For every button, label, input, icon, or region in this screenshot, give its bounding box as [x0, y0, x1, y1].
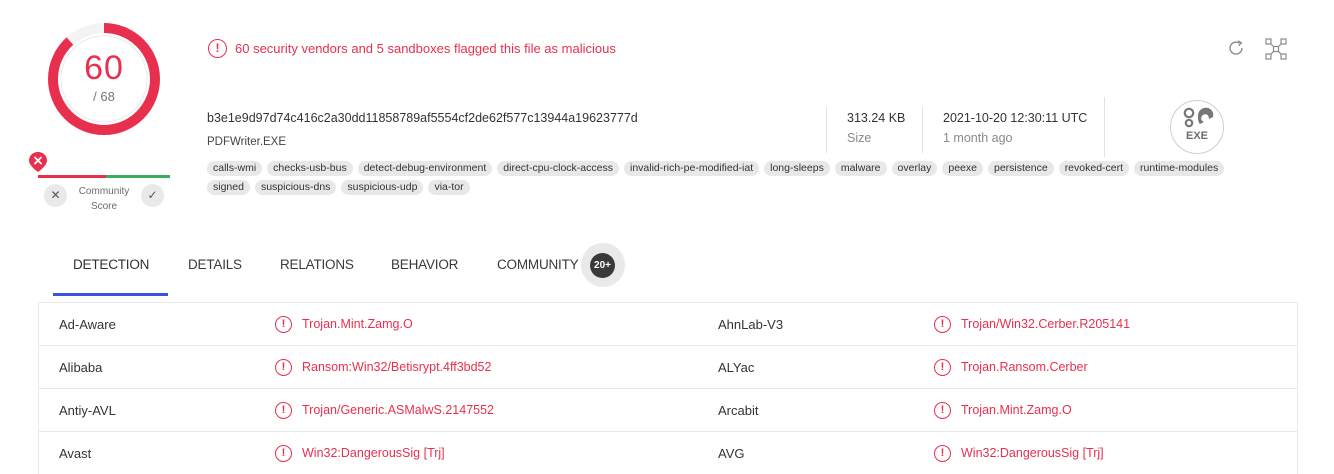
- vendor-name: Antiy-AVL: [59, 403, 116, 418]
- vendor-name: AhnLab-V3: [718, 317, 784, 332]
- table-row: Ad-Aware! Trojan.Mint.Zamg.O AhnLab-V3! Tro…: [39, 303, 1297, 346]
- divider: [826, 107, 827, 153]
- tag-list: calls-wmi checks-usb-bus detect-debug-envi…: [207, 161, 1237, 195]
- detection-result: Trojan/Win32.Cerber.R205141: [961, 317, 1131, 331]
- tag[interactable]: overlay: [891, 161, 938, 176]
- community-score-bar-malicious: [38, 175, 106, 178]
- table-row: Antiy-AVL! Trojan/Generic.ASMalwS.2147552…: [39, 389, 1297, 432]
- detection-result: Trojan.Mint.Zamg.O: [961, 403, 1072, 417]
- vendor-name: AVG: [718, 446, 745, 461]
- exclamation-circle-icon: !: [934, 359, 951, 376]
- exclamation-circle-icon: !: [934, 402, 951, 419]
- tab-behavior[interactable]: BEHAVIOR: [391, 257, 458, 272]
- vendor-name: Ad-Aware: [59, 317, 116, 332]
- tag[interactable]: long-sleeps: [764, 161, 830, 176]
- file-type-label: EXE: [1185, 130, 1208, 142]
- engines-total: / 68: [93, 89, 115, 104]
- vote-harmless-button[interactable]: ✓: [141, 184, 164, 207]
- exclamation-circle-icon: !: [275, 359, 292, 376]
- file-size-label: Size: [847, 131, 872, 145]
- file-size-value: 313.24 KB: [847, 111, 906, 125]
- exclamation-circle-icon: !: [275, 402, 292, 419]
- tag[interactable]: suspicious-udp: [341, 180, 424, 195]
- tag[interactable]: detect-debug-environment: [357, 161, 493, 176]
- tag[interactable]: signed: [207, 180, 250, 195]
- tag[interactable]: invalid-rich-pe-modified-iat: [623, 161, 760, 176]
- detection-result: Trojan.Mint.Zamg.O: [302, 317, 413, 331]
- divider: [922, 107, 923, 153]
- tag[interactable]: via-tor: [428, 180, 470, 195]
- alert-text: 60 security vendors and 5 sandboxes flag…: [235, 41, 616, 56]
- exclamation-circle-icon: !: [208, 39, 227, 58]
- graph-icon[interactable]: [1264, 37, 1288, 61]
- vendor-name: Avast: [59, 446, 92, 461]
- table-row: Avast! Win32:DangerousSig [Trj] AVG! Win32:…: [39, 432, 1297, 474]
- gears-icon: [1183, 107, 1214, 128]
- active-tab-indicator: [53, 293, 168, 296]
- last-analysis-relative: 1 month ago: [943, 131, 1013, 145]
- community-count-badge[interactable]: 20+: [581, 243, 625, 287]
- malicious-alert: ! 60 security vendors and 5 sandboxes fl…: [208, 39, 616, 58]
- community-count: 20+: [590, 253, 615, 278]
- tab-community[interactable]: COMMUNITY: [497, 257, 579, 272]
- exclamation-circle-icon: !: [275, 445, 292, 462]
- last-analysis-date: 2021-10-20 12:30:11 UTC: [943, 111, 1088, 125]
- vendor-name: ALYac: [718, 360, 755, 375]
- tag[interactable]: runtime-modules: [1134, 161, 1225, 176]
- detection-result: Trojan/Generic.ASMalwS.2147552: [302, 403, 494, 417]
- detections-count: 60: [84, 49, 124, 87]
- tab-relations[interactable]: RELATIONS: [280, 257, 354, 272]
- reanalyze-icon[interactable]: [1225, 37, 1247, 59]
- file-name: PDFWriter.EXE: [207, 136, 287, 148]
- check-icon: ✓: [147, 188, 158, 202]
- tag[interactable]: calls-wmi: [207, 161, 263, 176]
- detection-score-gauge: 60 / 68: [47, 22, 161, 136]
- vendor-name: Arcabit: [718, 403, 759, 418]
- tab-details[interactable]: DETAILS: [188, 257, 242, 272]
- tag[interactable]: direct-cpu-clock-access: [497, 161, 619, 176]
- tag[interactable]: revoked-cert: [1058, 161, 1130, 176]
- tag[interactable]: peexe: [942, 161, 983, 176]
- tab-detection[interactable]: DETECTION: [73, 257, 149, 272]
- file-type-badge: EXE: [1170, 100, 1224, 154]
- tag[interactable]: suspicious-dns: [254, 180, 337, 195]
- table-row: Alibaba! Ransom:Win32/Betisrypt.4ff3bd52 A…: [39, 346, 1297, 389]
- detection-result: Win32:DangerousSig [Trj]: [302, 446, 445, 460]
- tag[interactable]: malware: [834, 161, 887, 176]
- map-pin-icon: [29, 152, 47, 172]
- community-score-bar: [38, 175, 170, 178]
- tag[interactable]: persistence: [987, 161, 1054, 176]
- divider: [1104, 97, 1105, 157]
- detection-result: Win32:DangerousSig [Trj]: [961, 446, 1104, 460]
- vendor-name: Alibaba: [59, 360, 103, 375]
- exclamation-circle-icon: !: [275, 316, 292, 333]
- detection-result: Ransom:Win32/Betisrypt.4ff3bd52: [302, 360, 492, 374]
- community-score-label: Community Score: [78, 186, 130, 212]
- exclamation-circle-icon: !: [934, 445, 951, 462]
- detection-result: Trojan.Ransom.Cerber: [961, 360, 1088, 374]
- vote-malicious-button[interactable]: ✕: [44, 184, 67, 207]
- x-icon: ✕: [50, 188, 61, 202]
- detection-table: Ad-Aware! Trojan.Mint.Zamg.O AhnLab-V3! Tro…: [38, 302, 1298, 474]
- exclamation-circle-icon: !: [934, 316, 951, 333]
- tag[interactable]: checks-usb-bus: [267, 161, 353, 176]
- file-hash[interactable]: b3e1e9d97d74c416c2a30dd11858789af5554cf2…: [207, 111, 638, 125]
